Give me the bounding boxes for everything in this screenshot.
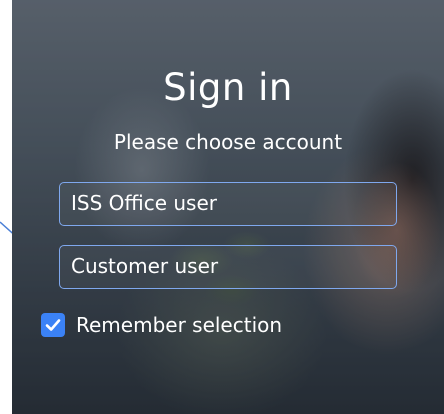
- page-title: Sign in: [163, 66, 293, 109]
- remember-selection-checkbox[interactable]: Remember selection: [41, 310, 282, 340]
- checkbox-checked[interactable]: [41, 313, 65, 337]
- sign-in-screen: Sign in Please choose account ISS Office…: [12, 0, 444, 414]
- remember-selection-label: Remember selection: [76, 313, 283, 337]
- page-subtitle: Please choose account: [113, 130, 343, 154]
- iss-office-user-button[interactable]: ISS Office user: [59, 182, 397, 226]
- customer-user-button[interactable]: Customer user: [59, 245, 397, 289]
- checkmark-icon: [45, 319, 61, 331]
